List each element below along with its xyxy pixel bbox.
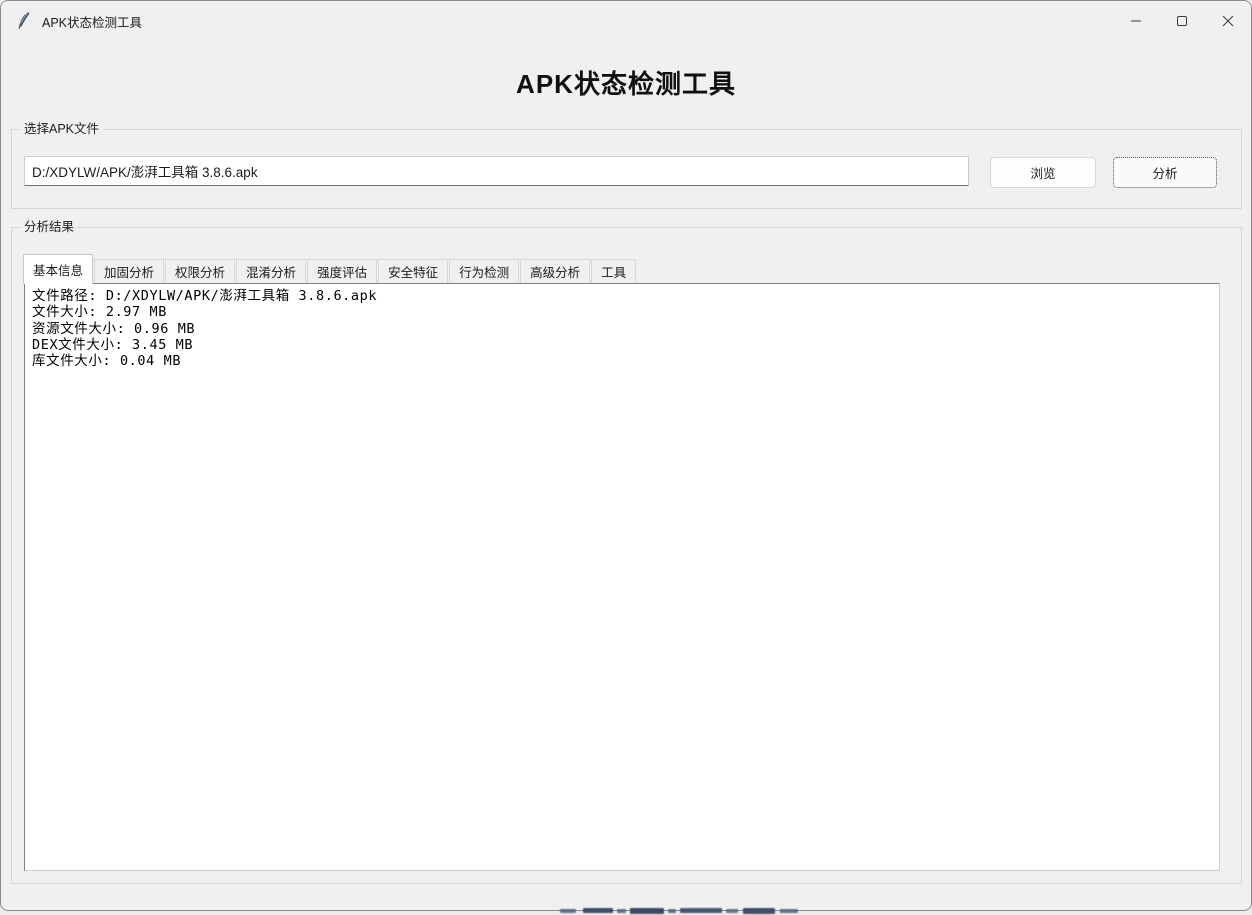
tab-advanced-analysis[interactable]: 高级分析 [520,259,590,284]
tab-label: 权限分析 [175,262,225,281]
app-window: APK状态检测工具 APK状态检测工具 选择APK文件 浏览 [0,0,1252,911]
tab-behavior-detection[interactable]: 行为检测 [449,259,519,284]
result-line-resource-size: 资源文件大小: 0.96 MB [32,321,1213,337]
browse-button-label: 浏览 [1030,163,1055,182]
tab-obfuscation-analysis[interactable]: 混淆分析 [236,259,306,284]
maximize-button[interactable] [1159,1,1205,41]
results-frame: 分析结果 基本信息 加固分析 权限分析 混淆分析 强度评估 安全特征 行为检测 … [11,227,1242,884]
file-picker-frame: 选择APK文件 浏览 分析 [11,129,1242,209]
tab-label: 基本信息 [33,260,83,279]
result-line-file-size: 文件大小: 2.97 MB [32,304,1213,320]
tab-packer-analysis[interactable]: 加固分析 [94,259,164,284]
tab-basic-info[interactable]: 基本信息 [23,254,93,284]
feather-app-icon [16,12,32,30]
window-controls [1113,1,1251,41]
tab-label: 安全特征 [388,262,438,281]
tab-label: 加固分析 [104,262,154,281]
close-button[interactable] [1205,1,1251,41]
browse-button[interactable]: 浏览 [990,157,1096,188]
tab-strength-evaluation[interactable]: 强度评估 [307,259,377,284]
results-tab-bar: 基本信息 加固分析 权限分析 混淆分析 强度评估 安全特征 行为检测 高级分析 … [23,252,636,284]
page-title: APK状态检测工具 [1,64,1251,101]
screenshot-stage: APK状态检测工具 APK状态检测工具 选择APK文件 浏览 [0,0,1252,915]
result-line-lib-size: 库文件大小: 0.04 MB [32,353,1213,369]
maximize-icon [1176,15,1188,27]
tab-permission-analysis[interactable]: 权限分析 [165,259,235,284]
window-title: APK状态检测工具 [42,12,142,31]
tab-label: 高级分析 [530,262,580,281]
tab-tools[interactable]: 工具 [591,259,636,284]
analyze-button[interactable]: 分析 [1113,157,1217,188]
tab-label: 强度评估 [317,262,367,281]
tab-label: 工具 [601,262,626,281]
titlebar: APK状态检测工具 [1,1,1251,41]
file-picker-frame-label: 选择APK文件 [20,121,103,137]
close-icon [1222,15,1234,27]
apk-path-input[interactable] [24,156,969,186]
minimize-button[interactable] [1113,1,1159,41]
result-line-file-path: 文件路径: D:/XDYLW/APK/澎湃工具箱 3.8.6.apk [32,288,1213,304]
tab-security-features[interactable]: 安全特征 [378,259,448,284]
analyze-button-label: 分析 [1152,163,1177,182]
minimize-icon [1130,15,1142,27]
basic-info-textarea[interactable]: 文件路径: D:/XDYLW/APK/澎湃工具箱 3.8.6.apk 文件大小:… [24,283,1220,871]
results-frame-label: 分析结果 [20,219,78,235]
tab-label: 混淆分析 [246,262,296,281]
result-line-dex-size: DEX文件大小: 3.45 MB [32,337,1213,353]
tab-label: 行为检测 [459,262,509,281]
